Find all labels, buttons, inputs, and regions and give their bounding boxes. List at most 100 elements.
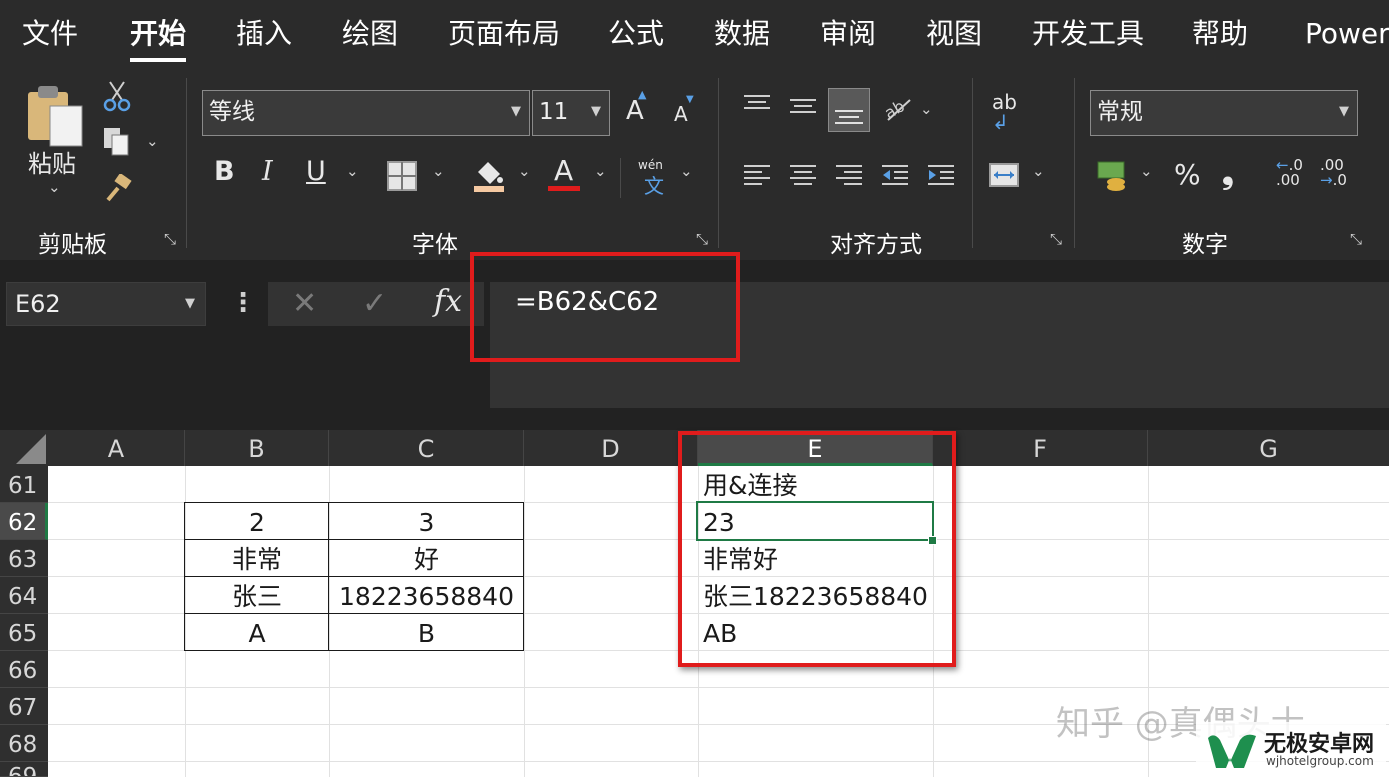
svg-text:ab: ab (882, 96, 908, 122)
phonetic-chevron-down-icon[interactable]: ⌄ (680, 162, 693, 180)
gridline (48, 687, 1389, 688)
site-logo: 无极安卓网 wjhotelgroup.com (1196, 722, 1386, 776)
number-format-dropdown-icon[interactable]: ▼ (1339, 91, 1349, 133)
increase-decimal-bottom: .00 (1276, 171, 1300, 189)
column-header-d[interactable]: D (524, 430, 698, 466)
cell-c65[interactable]: B (329, 615, 524, 652)
accounting-chevron-down-icon[interactable]: ⌄ (1140, 162, 1153, 180)
result-highlight-box (678, 431, 956, 667)
bottom-align-button[interactable] (828, 88, 870, 132)
row-header-62[interactable]: 62 (0, 503, 48, 540)
clipboard-dialog-launcher-icon[interactable]: ⤡ (164, 232, 178, 247)
font-name-combo[interactable]: 等线 ▼ (202, 90, 530, 136)
tab-view[interactable]: 视图 (926, 14, 982, 54)
tab-home[interactable]: 开始 (130, 14, 186, 54)
number-format-combo[interactable]: 常规 ▼ (1090, 90, 1358, 136)
name-box-dropdown-icon[interactable]: ▼ (185, 283, 195, 325)
font-dialog-launcher-icon[interactable]: ⤡ (696, 232, 710, 247)
borders-icon[interactable] (386, 160, 418, 192)
fill-color-chevron-down-icon[interactable]: ⌄ (518, 162, 531, 180)
font-size-combo[interactable]: 11 ▼ (532, 90, 610, 136)
merge-center-icon[interactable] (988, 160, 1020, 190)
percent-style-button[interactable]: % (1174, 158, 1201, 191)
borders-chevron-down-icon[interactable]: ⌄ (432, 162, 445, 180)
tab-review[interactable]: 审阅 (820, 14, 876, 54)
insert-function-button[interactable]: fx (434, 284, 462, 319)
underline-chevron-down-icon[interactable]: ⌄ (346, 162, 359, 180)
column-header-c[interactable]: C (329, 430, 524, 466)
accounting-format-icon[interactable] (1096, 160, 1130, 192)
align-left-icon[interactable] (742, 162, 772, 190)
ribbon-separator (186, 78, 187, 248)
decrease-font-size-icon[interactable]: A (674, 102, 688, 126)
font-name-dropdown-icon[interactable]: ▼ (511, 91, 521, 133)
increase-indent-icon[interactable] (926, 162, 956, 190)
font-color-chevron-down-icon[interactable]: ⌄ (594, 162, 607, 180)
tab-draw[interactable]: 绘图 (342, 14, 398, 54)
top-align-icon[interactable] (742, 92, 772, 120)
decrease-indent-icon[interactable] (880, 162, 910, 190)
copy-chevron-down-icon[interactable]: ⌄ (146, 132, 159, 150)
paste-label[interactable]: 粘贴 (28, 144, 76, 179)
row-header-67[interactable]: 67 (0, 688, 48, 725)
format-painter-icon[interactable] (104, 172, 134, 204)
row-header-61[interactable]: 61 (0, 466, 48, 503)
row-header-66[interactable]: 66 (0, 651, 48, 688)
cell-b64[interactable]: 张三 (185, 578, 329, 615)
tab-insert[interactable]: 插入 (236, 14, 292, 54)
name-box[interactable]: E62 ▼ (6, 282, 206, 326)
select-all-corner[interactable] (0, 430, 48, 466)
font-name-value: 等线 (209, 99, 255, 125)
bold-button[interactable]: B (214, 156, 235, 187)
font-color-icon[interactable]: A (554, 154, 573, 187)
tab-developer[interactable]: 开发工具 (1032, 14, 1144, 54)
fill-color-icon[interactable] (472, 158, 506, 194)
row-header-65[interactable]: 65 (0, 614, 48, 651)
font-size-value: 11 (539, 99, 569, 125)
cell-b62[interactable]: 2 (185, 504, 329, 541)
row-header-63[interactable]: 63 (0, 540, 48, 577)
more-options-icon[interactable]: ⋮ (230, 288, 256, 318)
increase-decimal-icon[interactable]: ←.0.00 (1276, 158, 1303, 188)
table-border (184, 502, 524, 503)
column-header-a[interactable]: A (48, 430, 185, 466)
orientation-chevron-down-icon[interactable]: ⌄ (920, 100, 933, 118)
align-center-icon[interactable] (788, 162, 818, 190)
decrease-decimal-arrow: → (1320, 171, 1333, 189)
number-dialog-launcher-icon[interactable]: ⤡ (1350, 232, 1364, 247)
tab-file[interactable]: 文件 (22, 14, 78, 54)
decrease-decimal-icon[interactable]: .00 →.0 (1320, 158, 1347, 188)
cell-c62[interactable]: 3 (329, 504, 524, 541)
column-header-f[interactable]: F (933, 430, 1148, 466)
tab-data[interactable]: 数据 (714, 14, 770, 54)
cell-b63[interactable]: 非常 (185, 541, 329, 578)
merge-chevron-down-icon[interactable]: ⌄ (1032, 162, 1045, 180)
middle-align-icon[interactable] (788, 92, 818, 120)
paste-chevron-down-icon[interactable]: ⌄ (48, 178, 61, 196)
alignment-dialog-launcher-icon[interactable]: ⤡ (1050, 232, 1064, 247)
cell-c63[interactable]: 好 (329, 541, 524, 578)
paste-icon[interactable] (26, 82, 84, 152)
column-header-b[interactable]: B (185, 430, 329, 466)
wrap-text-icon[interactable]: ab (992, 92, 1017, 112)
column-header-g[interactable]: G (1148, 430, 1389, 466)
underline-button[interactable]: U (306, 156, 326, 187)
tab-formulas[interactable]: 公式 (608, 14, 664, 54)
cell-c64[interactable]: 18223658840 (329, 578, 524, 615)
enter-check-icon[interactable]: ✓ (362, 286, 387, 321)
tab-power[interactable]: Power (1305, 14, 1389, 54)
row-header-69[interactable]: 69 (0, 762, 48, 777)
comma-style-button[interactable]: ❟ (1222, 156, 1234, 191)
row-header-68[interactable]: 68 (0, 725, 48, 762)
cell-b65[interactable]: A (185, 615, 329, 652)
align-right-icon[interactable] (834, 162, 864, 190)
copy-icon[interactable] (102, 126, 132, 158)
tab-help[interactable]: 帮助 (1192, 14, 1248, 54)
orientation-icon[interactable]: ab (881, 92, 914, 124)
italic-button[interactable]: I (262, 156, 273, 187)
cancel-icon[interactable]: ✕ (292, 286, 317, 321)
cut-icon[interactable] (102, 80, 132, 112)
row-header-64[interactable]: 64 (0, 577, 48, 614)
tab-page-layout[interactable]: 页面布局 (448, 14, 560, 54)
font-size-dropdown-icon[interactable]: ▼ (591, 91, 601, 133)
